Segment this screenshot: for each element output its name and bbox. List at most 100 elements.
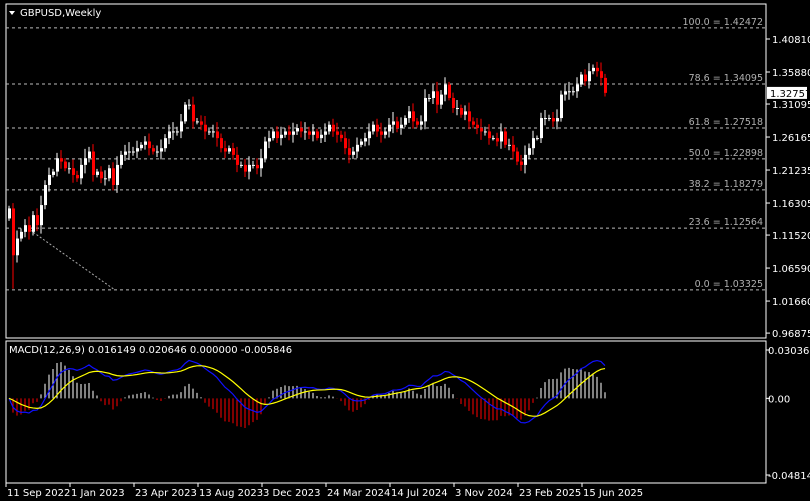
price-tick-label: 1.06590 — [772, 264, 810, 275]
chart-canvas[interactable]: 100.0 = 1.42472 78.6 = 1.34095 61.8 = 1.27… — [0, 0, 810, 501]
candle-body — [28, 225, 31, 232]
candle-body — [308, 131, 311, 135]
candle-body — [540, 118, 543, 139]
candle-body — [284, 131, 287, 135]
candle-body — [472, 121, 475, 125]
candle-body — [336, 131, 339, 135]
candle-body — [212, 131, 215, 133]
candle-body — [552, 118, 555, 122]
candle-body — [260, 158, 263, 169]
price-tick-label: 1.26165 — [772, 133, 810, 144]
candle-body — [12, 208, 15, 256]
candle-body — [200, 121, 203, 125]
candle-body — [592, 67, 595, 72]
candle-body — [456, 108, 459, 110]
candle-body — [292, 131, 295, 135]
candle-body — [8, 208, 11, 219]
candle-body — [180, 121, 183, 132]
candle-body — [120, 154, 123, 165]
macd-tick-label: -0.048141 — [768, 471, 810, 482]
candle-body — [232, 148, 235, 155]
candle-body — [40, 205, 43, 226]
time-tick-label: 11 Sep 2022 — [7, 488, 70, 499]
candle-body — [424, 97, 427, 122]
candle-body — [480, 128, 483, 132]
candle-body — [16, 238, 19, 256]
candle-body — [416, 121, 419, 125]
candle-body — [428, 97, 431, 99]
candle-body — [192, 104, 195, 122]
price-tick-label: 1.11520 — [772, 231, 810, 242]
macd-tick-label: 0.030361 — [768, 346, 810, 357]
candle-body — [440, 94, 443, 105]
candle-body — [156, 151, 159, 153]
candle-body — [268, 138, 271, 142]
candle-body — [160, 148, 163, 152]
candle-body — [364, 138, 367, 142]
candle-body — [560, 94, 563, 119]
candle-body — [320, 134, 323, 139]
candle-body — [136, 148, 139, 152]
candle-body — [392, 121, 395, 125]
candle-body — [332, 124, 335, 132]
candle-body — [348, 148, 351, 155]
candle-body — [600, 71, 603, 78]
candle-body — [144, 141, 147, 145]
candle-body — [512, 144, 515, 152]
candle-body — [112, 168, 115, 185]
candle-body — [460, 108, 463, 115]
candle-body — [224, 148, 227, 152]
candle-body — [532, 138, 535, 149]
candle-body — [588, 71, 591, 82]
fib-label: 0.0 = 1.03325 — [695, 279, 763, 290]
candle-body — [288, 131, 291, 135]
candle-body — [432, 91, 435, 98]
time-tick-label: 14 Jul 2024 — [391, 488, 448, 499]
candle-body — [496, 138, 499, 142]
candle-body — [476, 124, 479, 129]
candle-body — [368, 131, 371, 139]
candle-body — [256, 164, 259, 169]
candle-body — [444, 84, 447, 95]
candle-body — [360, 141, 363, 145]
candle-body — [80, 164, 83, 179]
price-tick-label: 1.16305 — [772, 199, 810, 210]
candle-body — [340, 134, 343, 139]
candle-body — [24, 225, 27, 232]
candle-body — [376, 124, 379, 132]
candle-body — [252, 164, 255, 166]
fib-label: 23.6 = 1.12564 — [689, 217, 763, 228]
time-tick-label: 24 Mar 2024 — [327, 488, 390, 499]
candle-body — [76, 174, 79, 179]
candle-body — [344, 138, 347, 149]
candle-body — [484, 131, 487, 133]
candle-body — [504, 131, 507, 145]
candle-body — [420, 121, 423, 125]
candle-body — [316, 131, 319, 139]
candle-body — [64, 161, 67, 169]
candle-body — [536, 138, 539, 140]
candle-body — [236, 154, 239, 165]
price-tick-label: 1.01660 — [772, 297, 810, 308]
candle-body — [128, 151, 131, 153]
candle-body — [572, 91, 575, 93]
candle-body — [580, 74, 583, 85]
candle-body — [408, 111, 411, 119]
candle-body — [60, 158, 63, 162]
fib-label: 50.0 = 1.22898 — [689, 148, 763, 159]
candle-body — [264, 141, 267, 159]
current-price-label: 1.32757 — [770, 89, 810, 100]
candle-body — [500, 131, 503, 142]
candle-body — [508, 144, 511, 146]
candle-body — [556, 118, 559, 122]
price-tick-label: 1.35880 — [772, 68, 810, 79]
candle-body — [20, 231, 23, 239]
candle-body — [396, 121, 399, 129]
candle-body — [276, 131, 279, 139]
candle-body — [184, 104, 187, 122]
candle-body — [44, 184, 47, 206]
candle-body — [72, 168, 75, 175]
candle-body — [36, 215, 39, 226]
candle-body — [528, 148, 531, 155]
fib-label: 38.2 = 1.18279 — [689, 179, 763, 190]
